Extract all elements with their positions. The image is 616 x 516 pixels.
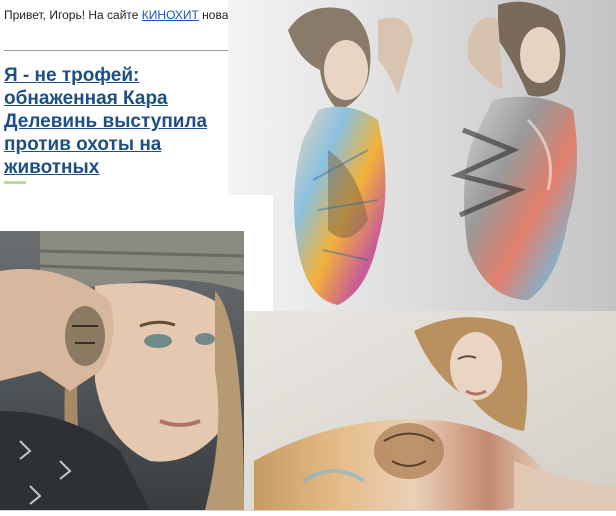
photo-standing[interactable] — [228, 0, 616, 311]
accent-mark — [4, 181, 26, 184]
photo-hand[interactable] — [0, 231, 244, 510]
headline[interactable]: Я - не трофей: обнаженная Кара Делевинь … — [4, 64, 240, 179]
bottom-divider — [0, 510, 616, 511]
photo-lying[interactable] — [244, 311, 616, 510]
site-link[interactable]: КИНОХИТ — [142, 8, 199, 22]
greeting-prefix: Привет, Игорь! На сайте — [4, 8, 142, 22]
